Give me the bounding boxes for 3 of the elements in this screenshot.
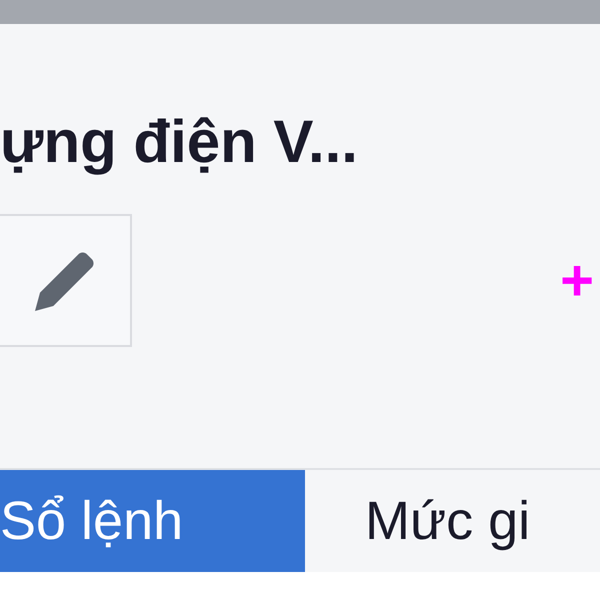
edit-button[interactable] xyxy=(0,214,132,347)
change-value: + xyxy=(560,247,594,314)
tab[interactable]: Sổ lệnh xyxy=(0,470,305,572)
